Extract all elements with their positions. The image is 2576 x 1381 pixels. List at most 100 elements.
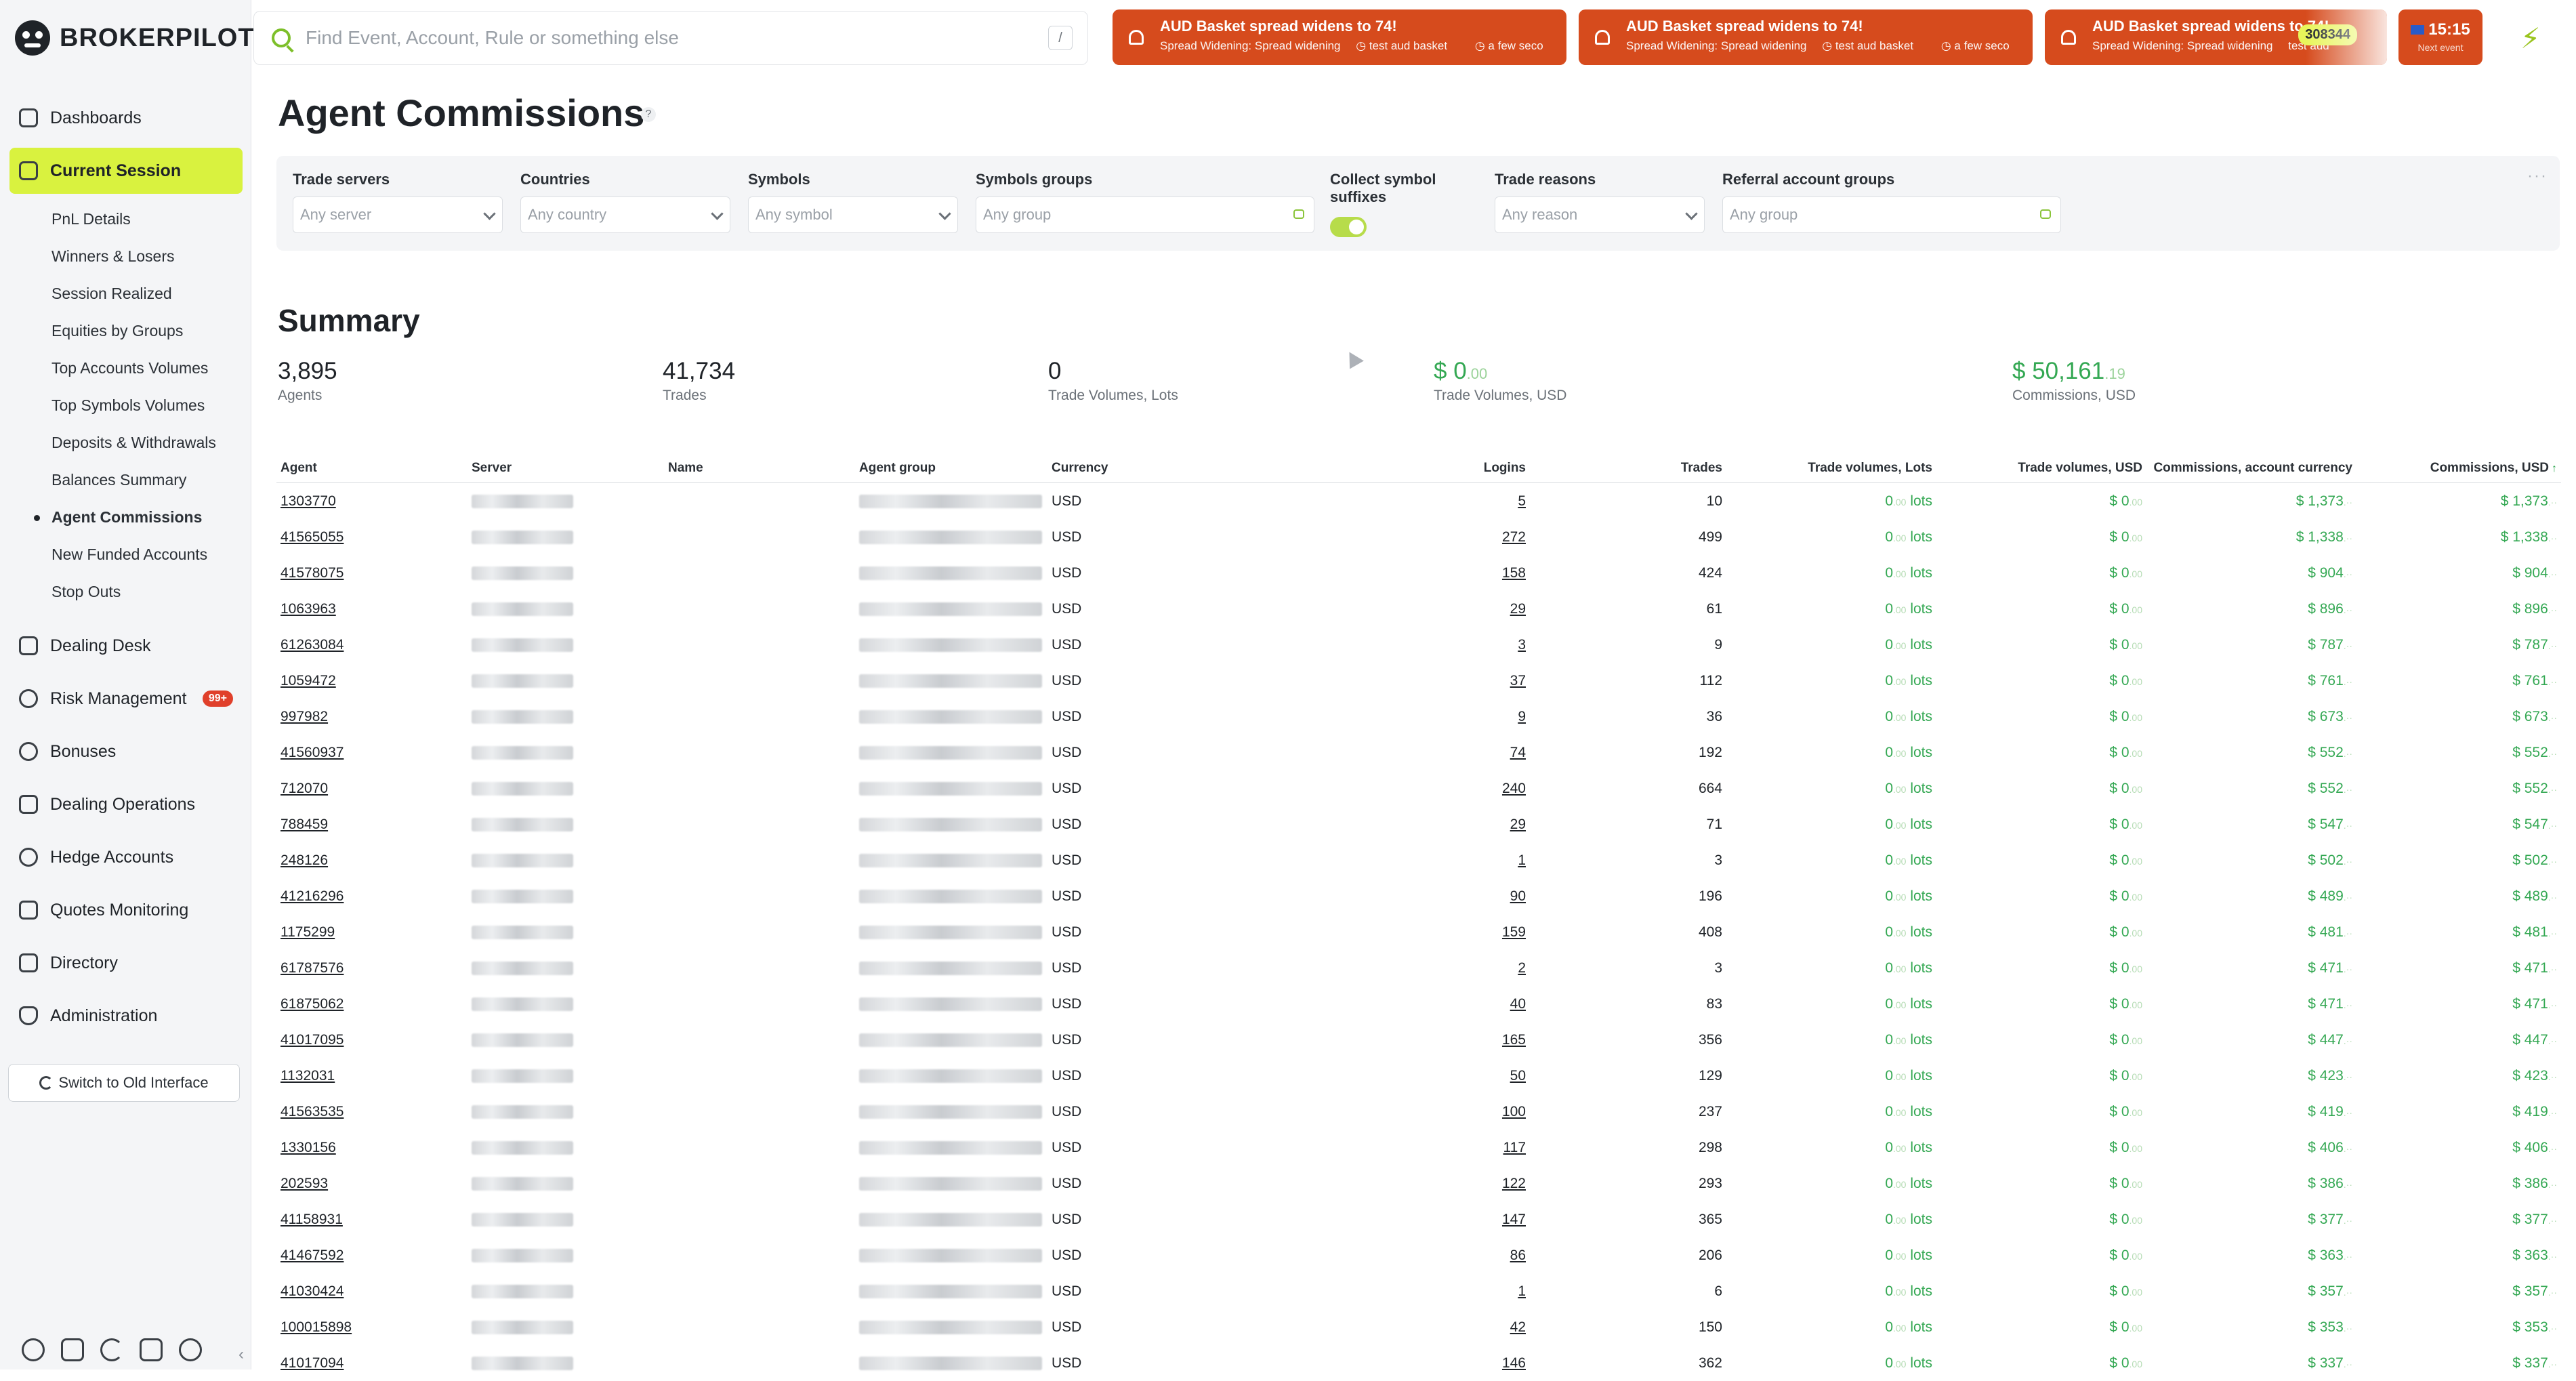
- agent-link[interactable]: 788459: [281, 817, 328, 832]
- agent-link[interactable]: 61787576: [281, 960, 344, 976]
- symbols-groups-select[interactable]: Any group: [976, 197, 1314, 233]
- table-row[interactable]: 1330156USD1172980.00 lots$ 0.00$ 406.··$…: [276, 1130, 2561, 1166]
- agent-link[interactable]: 1303770: [281, 493, 336, 509]
- column-header[interactable]: Server: [468, 454, 664, 483]
- sidebar-item-dashboards[interactable]: Dashboards: [9, 95, 243, 141]
- agent-link[interactable]: 997982: [281, 709, 328, 724]
- logins-link[interactable]: 50: [1510, 1068, 1526, 1084]
- logins-link[interactable]: 117: [1503, 1140, 1526, 1155]
- subitem-winners-losers[interactable]: Winners & Losers: [9, 238, 243, 275]
- alert-toast-1[interactable]: AUD Basket spread widens to 74! Spread W…: [1113, 9, 1566, 65]
- table-row[interactable]: 1063963USD29610.00 lots$ 0.00$ 896.··$ 8…: [276, 591, 2561, 627]
- add-widget-icon[interactable]: [179, 1338, 202, 1361]
- agent-link[interactable]: 1175299: [281, 924, 335, 940]
- column-header[interactable]: Commissions, account currency: [2146, 454, 2356, 483]
- table-row[interactable]: 61263084USD390.00 lots$ 0.00$ 787.··$ 78…: [276, 627, 2561, 663]
- sidebar-item-dealing-operations[interactable]: Dealing Operations: [9, 781, 243, 827]
- table-row[interactable]: 1132031USD501290.00 lots$ 0.00$ 423.··$ …: [276, 1058, 2561, 1094]
- monitor-icon[interactable]: [61, 1338, 84, 1361]
- collect-suffixes-toggle[interactable]: [1330, 217, 1367, 237]
- agent-link[interactable]: 61875062: [281, 996, 344, 1012]
- settings-icon[interactable]: [22, 1338, 45, 1361]
- logins-link[interactable]: 1: [1518, 1283, 1526, 1299]
- agent-link[interactable]: 41216296: [281, 888, 344, 904]
- subitem-agent-commissions[interactable]: Agent Commissions: [9, 499, 243, 536]
- logins-link[interactable]: 165: [1502, 1032, 1526, 1048]
- logins-link[interactable]: 159: [1502, 924, 1526, 940]
- collapse-sidebar-icon[interactable]: ‹: [238, 1345, 244, 1364]
- column-header[interactable]: Agent: [276, 454, 468, 483]
- agent-link[interactable]: 41030424: [281, 1283, 344, 1299]
- agent-link[interactable]: 1063963: [281, 601, 336, 617]
- sidebar-item-current-session[interactable]: Current Session: [9, 148, 243, 194]
- agent-link[interactable]: 41017094: [281, 1355, 344, 1371]
- logins-link[interactable]: 29: [1510, 817, 1526, 832]
- logins-link[interactable]: 74: [1510, 745, 1526, 760]
- table-row[interactable]: 41216296USD901960.00 lots$ 0.00$ 489.··$…: [276, 878, 2561, 914]
- column-header[interactable]: Logins: [1230, 454, 1530, 483]
- logins-link[interactable]: 90: [1510, 888, 1526, 904]
- logins-link[interactable]: 122: [1502, 1176, 1526, 1191]
- logins-link[interactable]: 146: [1502, 1355, 1526, 1371]
- logins-link[interactable]: 272: [1502, 529, 1526, 545]
- alert-toast-2[interactable]: AUD Basket spread widens to 74! Spread W…: [1579, 9, 2033, 65]
- subitem-deposits-withdrawals[interactable]: Deposits & Withdrawals: [9, 424, 243, 461]
- table-row[interactable]: 41030424USD160.00 lots$ 0.00$ 357.··$ 35…: [276, 1273, 2561, 1309]
- subitem-session-realized[interactable]: Session Realized: [9, 275, 243, 312]
- logins-link[interactable]: 9: [1518, 709, 1526, 724]
- subitem-new-funded-accounts[interactable]: New Funded Accounts: [9, 536, 243, 573]
- subitem-top-accounts-volumes[interactable]: Top Accounts Volumes: [9, 350, 243, 387]
- agent-link[interactable]: 1132031: [281, 1068, 335, 1084]
- logins-link[interactable]: 42: [1510, 1319, 1526, 1335]
- sidebar-item-administration[interactable]: Administration: [9, 993, 243, 1039]
- sidebar-item-bonuses[interactable]: Bonuses: [9, 728, 243, 775]
- sidebar-item-quotes-monitoring[interactable]: Quotes Monitoring: [9, 887, 243, 933]
- subitem-equities-by-groups[interactable]: Equities by Groups: [9, 312, 243, 350]
- logins-link[interactable]: 5: [1518, 493, 1526, 509]
- table-row[interactable]: 1303770USD5100.00 lots$ 0.00$ 1,373.··$ …: [276, 483, 2561, 520]
- lightning-icon[interactable]: ⚡: [2520, 22, 2541, 55]
- moon-icon[interactable]: [100, 1338, 123, 1361]
- table-row[interactable]: 997982USD9360.00 lots$ 0.00$ 673.··$ 673…: [276, 699, 2561, 735]
- table-row[interactable]: 61875062USD40830.00 lots$ 0.00$ 471.··$ …: [276, 986, 2561, 1022]
- table-row[interactable]: 788459USD29710.00 lots$ 0.00$ 547.··$ 54…: [276, 806, 2561, 842]
- table-row[interactable]: 61787576USD230.00 lots$ 0.00$ 471.··$ 47…: [276, 950, 2561, 986]
- agent-link[interactable]: 1330156: [281, 1140, 336, 1155]
- search-input[interactable]: [304, 26, 1012, 49]
- subitem-pnl-details[interactable]: PnL Details: [9, 201, 243, 238]
- logins-link[interactable]: 37: [1510, 673, 1526, 688]
- agent-link[interactable]: 41467592: [281, 1248, 344, 1263]
- subitem-balances-summary[interactable]: Balances Summary: [9, 461, 243, 499]
- logins-link[interactable]: 147: [1502, 1212, 1526, 1227]
- table-row[interactable]: 41563535USD1002370.00 lots$ 0.00$ 419.··…: [276, 1094, 2561, 1130]
- help-icon[interactable]: ?: [641, 107, 656, 122]
- logins-link[interactable]: 40: [1510, 996, 1526, 1012]
- agent-link[interactable]: 1059472: [281, 673, 336, 688]
- column-header[interactable]: Name: [664, 454, 855, 483]
- agent-link[interactable]: 248126: [281, 852, 328, 868]
- switch-old-interface-button[interactable]: Switch to Old Interface: [8, 1064, 240, 1102]
- table-row[interactable]: 712070USD2406640.00 lots$ 0.00$ 552.··$ …: [276, 770, 2561, 806]
- logins-link[interactable]: 29: [1510, 601, 1526, 617]
- more-options-icon[interactable]: ···: [2527, 167, 2548, 186]
- column-header[interactable]: Currency: [1047, 454, 1230, 483]
- logins-link[interactable]: 86: [1510, 1248, 1526, 1263]
- table-row[interactable]: 100015898USD421500.00 lots$ 0.00$ 353.··…: [276, 1309, 2561, 1345]
- agent-link[interactable]: 41158931: [281, 1212, 343, 1227]
- referral-groups-select[interactable]: Any group: [1722, 197, 2061, 233]
- column-header[interactable]: Trades: [1530, 454, 1726, 483]
- table-row[interactable]: 41158931USD1473650.00 lots$ 0.00$ 377.··…: [276, 1201, 2561, 1237]
- agent-link[interactable]: 41563535: [281, 1104, 344, 1119]
- logins-link[interactable]: 2: [1518, 960, 1526, 976]
- column-header[interactable]: Trade volumes, USD: [1936, 454, 2146, 483]
- logins-link[interactable]: 1: [1518, 852, 1526, 868]
- agent-link[interactable]: 41565055: [281, 529, 344, 545]
- table-row[interactable]: 202593USD1222930.00 lots$ 0.00$ 386.··$ …: [276, 1166, 2561, 1201]
- trade-servers-select[interactable]: Any server: [293, 197, 503, 233]
- table-row[interactable]: 41578075USD1584240.00 lots$ 0.00$ 904.··…: [276, 555, 2561, 591]
- subitem-stop-outs[interactable]: Stop Outs: [9, 573, 243, 611]
- signal-off-icon[interactable]: [140, 1338, 163, 1361]
- sidebar-item-hedge-accounts[interactable]: Hedge Accounts: [9, 834, 243, 880]
- agent-link[interactable]: 712070: [281, 781, 328, 796]
- table-row[interactable]: 41467592USD862060.00 lots$ 0.00$ 363.··$…: [276, 1237, 2561, 1273]
